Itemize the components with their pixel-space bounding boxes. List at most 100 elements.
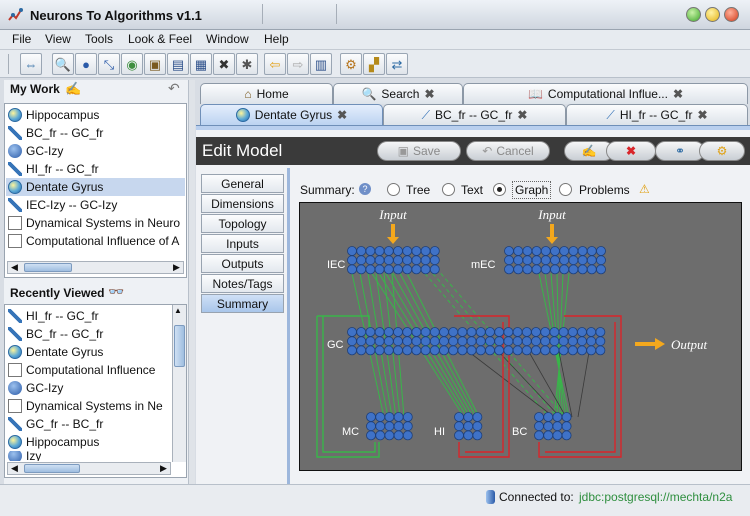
- menu-look-and-feel[interactable]: Look & Feel: [126, 32, 194, 46]
- run-button[interactable]: ⚙: [699, 141, 745, 161]
- connection-icon: ⟋: [606, 107, 615, 122]
- close-tab-icon[interactable]: ✖: [517, 108, 527, 122]
- new-cell-icon[interactable]: ●: [75, 53, 97, 75]
- list-item-selected[interactable]: Dentate Gyrus: [6, 178, 185, 196]
- list-item[interactable]: GC_fr -- BC_fr: [8, 415, 103, 433]
- save-button[interactable]: ▣ Save: [377, 141, 461, 161]
- tab-inputs[interactable]: Inputs: [201, 234, 284, 253]
- close-tab-icon[interactable]: ✖: [673, 87, 683, 101]
- scroll-thumb[interactable]: [174, 325, 185, 367]
- tab-hi-gc[interactable]: ⟋ HI_fr -- GC_fr ✖: [566, 104, 748, 125]
- tools-icon[interactable]: ✱: [236, 53, 258, 75]
- collapse-arrow-icon[interactable]: ↶: [168, 80, 180, 97]
- search-icon[interactable]: 🔍: [52, 53, 74, 75]
- save-all-icon[interactable]: ▦: [190, 53, 212, 75]
- scroll-up-icon[interactable]: ▲: [174, 306, 182, 315]
- new-model-icon[interactable]: ◉: [121, 53, 143, 75]
- horizontal-scrollbar[interactable]: ◀ ▶: [7, 261, 184, 274]
- list-item[interactable]: IEC-Izy -- GC-Izy: [8, 196, 117, 214]
- help-icon[interactable]: ?: [359, 183, 371, 195]
- neuron: [347, 345, 357, 356]
- tab-home[interactable]: ⌂ Home: [200, 83, 333, 104]
- minimize-button[interactable]: [686, 7, 701, 22]
- list-item[interactable]: HI_fr -- GC_fr: [8, 307, 99, 325]
- settings-button[interactable]: ⚭: [655, 141, 705, 161]
- list-item[interactable]: Hippocampus: [8, 433, 99, 451]
- neuron: [366, 430, 376, 441]
- neuron: [531, 255, 542, 266]
- radio-graph-label: Graph: [512, 181, 552, 199]
- horizontal-scrollbar[interactable]: ◀ ▶: [7, 462, 171, 475]
- list-item[interactable]: GC-Izy: [8, 379, 63, 397]
- sync-icon[interactable]: ⇄: [386, 53, 408, 75]
- tab-notes-tags[interactable]: Notes/Tags: [201, 274, 284, 293]
- menu-view[interactable]: View: [43, 32, 73, 46]
- list-item[interactable]: Dentate Gyrus: [8, 343, 103, 361]
- history-icon[interactable]: ▥: [310, 53, 332, 75]
- neuron: [503, 336, 514, 347]
- menu-window[interactable]: Window: [204, 32, 251, 46]
- close-tab-icon[interactable]: ✖: [337, 108, 347, 122]
- scroll-left-icon[interactable]: ◀: [8, 463, 21, 474]
- tab-computational-influence[interactable]: 📖 Computational Influe... ✖: [463, 83, 748, 104]
- menu-file[interactable]: File: [10, 32, 33, 46]
- tab-dentate-gyrus[interactable]: Dentate Gyrus ✖: [200, 104, 383, 125]
- new-reference-icon[interactable]: ▣: [144, 53, 166, 75]
- neuron: [559, 246, 570, 256]
- status-label: Connected to:: [499, 490, 574, 504]
- menu-tools[interactable]: Tools: [83, 32, 115, 46]
- radio-graph[interactable]: [493, 183, 506, 196]
- list-item[interactable]: Computational Influence: [8, 361, 155, 379]
- list-item[interactable]: Dynamical Systems in Neuro: [8, 214, 180, 232]
- close-tab-icon[interactable]: ✖: [424, 87, 434, 101]
- tab-outputs[interactable]: Outputs: [201, 254, 284, 273]
- pop-label-mc: MC: [342, 426, 359, 438]
- scroll-thumb[interactable]: [24, 464, 80, 473]
- neuron: [383, 336, 394, 347]
- list-item[interactable]: Hippocampus: [8, 106, 99, 124]
- maximize-button[interactable]: [705, 7, 720, 22]
- radio-tree[interactable]: [387, 183, 400, 196]
- close-tab-icon[interactable]: ✖: [698, 108, 708, 122]
- neuron: [383, 246, 394, 256]
- gear-icon[interactable]: ⚙: [340, 53, 362, 75]
- close-window-button[interactable]: [724, 7, 739, 22]
- delete-icon[interactable]: ✖: [213, 53, 235, 75]
- save-icon[interactable]: ▤: [167, 53, 189, 75]
- scroll-right-icon[interactable]: ▶: [170, 262, 183, 273]
- new-connection-icon[interactable]: ⤡: [98, 53, 120, 75]
- menu-help[interactable]: Help: [262, 32, 291, 46]
- tab-bc-gc[interactable]: ⟋ BC_fr -- GC_fr ✖: [383, 104, 566, 125]
- neuron: [402, 345, 413, 356]
- tab-search[interactable]: 🔍 Search ✖: [333, 83, 463, 104]
- list-item[interactable]: Izy: [8, 451, 41, 461]
- toggle-panel-icon[interactable]: ⇔: [20, 53, 42, 75]
- list-item[interactable]: BC_fr -- GC_fr: [8, 124, 103, 142]
- tab-topology[interactable]: Topology: [201, 214, 284, 233]
- back-arrow-icon[interactable]: ⇦: [264, 53, 286, 75]
- delete-button[interactable]: ✖: [606, 141, 656, 161]
- list-item[interactable]: GC-Izy: [8, 142, 63, 160]
- scroll-left-icon[interactable]: ◀: [8, 262, 21, 273]
- cancel-button[interactable]: ↶ Cancel: [466, 141, 550, 161]
- splitter[interactable]: [188, 80, 195, 484]
- radio-problems[interactable]: [559, 183, 572, 196]
- vertical-scrollbar[interactable]: ▲: [172, 305, 186, 462]
- scroll-right-icon[interactable]: ▶: [157, 463, 170, 474]
- radio-text[interactable]: [442, 183, 455, 196]
- neuron: [472, 421, 483, 432]
- neuron: [375, 421, 386, 432]
- run-icon[interactable]: ▞: [363, 53, 385, 75]
- neuron: [568, 246, 579, 256]
- tab-summary[interactable]: Summary: [201, 294, 284, 313]
- list-item[interactable]: Dynamical Systems in Ne: [8, 397, 163, 415]
- neuron: [402, 255, 413, 266]
- tab-general[interactable]: General: [201, 174, 284, 193]
- list-item[interactable]: Computational Influence of A: [8, 232, 179, 250]
- forward-arrow-icon[interactable]: ⇨: [287, 53, 309, 75]
- tab-dimensions[interactable]: Dimensions: [201, 194, 284, 213]
- list-item[interactable]: BC_fr -- GC_fr: [8, 325, 103, 343]
- list-item[interactable]: HI_fr -- GC_fr: [8, 160, 99, 178]
- scroll-thumb[interactable]: [24, 263, 72, 272]
- connection-icon: [8, 198, 22, 212]
